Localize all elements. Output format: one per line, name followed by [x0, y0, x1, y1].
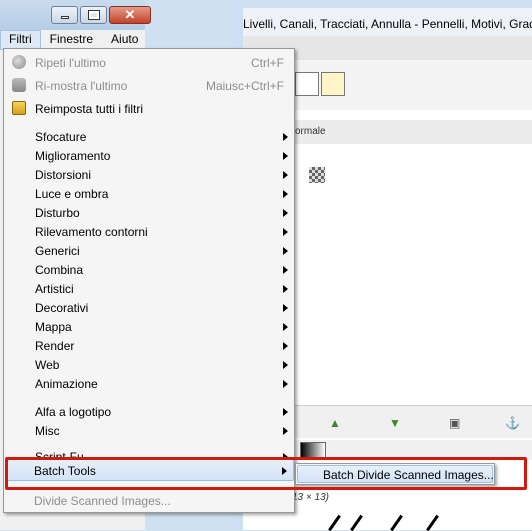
- menu-item-label: Divide Scanned Images...: [34, 494, 171, 508]
- lock-alpha-icon[interactable]: [309, 167, 325, 183]
- maximize-icon: [88, 10, 100, 20]
- menu-item-batch-divide-scanned[interactable]: Batch Divide Scanned Images...: [297, 465, 494, 483]
- maximize-button[interactable]: [80, 6, 107, 24]
- menu-item-decorativi[interactable]: Decorativi: [4, 298, 294, 317]
- close-button[interactable]: ✕: [109, 6, 151, 24]
- brush-stroke: [328, 514, 341, 531]
- menu-aiuto[interactable]: Aiuto: [102, 30, 147, 50]
- anchor-layer-icon[interactable]: ⚓: [505, 416, 520, 430]
- menu-item-label: Distorsioni: [35, 168, 92, 182]
- menu-item-label: Rilevamento contorni: [35, 225, 148, 239]
- menu-item-animazione[interactable]: Animazione: [4, 374, 294, 393]
- menu-item-reshow-last[interactable]: Ri-mostra l'ultimo Maiusc+Ctrl+F: [4, 76, 294, 95]
- submenu-arrow-icon: [283, 342, 288, 350]
- menu-item-web[interactable]: Web: [4, 355, 294, 374]
- submenu-arrow-icon: [283, 266, 288, 274]
- menu-item-label: Miglioramento: [35, 149, 111, 163]
- menu-item-render[interactable]: Render: [4, 336, 294, 355]
- submenu-arrow-icon: [283, 285, 288, 293]
- minimize-icon: [61, 16, 69, 19]
- menu-item-label: Alfa a logotipo: [35, 405, 112, 419]
- window-controls: ✕: [51, 6, 151, 24]
- filter-repeat-icon: [12, 55, 26, 69]
- menu-item-distorsioni[interactable]: Distorsioni: [4, 165, 294, 184]
- menu-item-label: Animazione: [35, 377, 98, 391]
- batch-tools-submenu: Batch Divide Scanned Images...: [295, 463, 495, 485]
- submenu-arrow-icon: [283, 323, 288, 331]
- menu-item-label: Generici: [35, 244, 80, 258]
- submenu-arrow-icon: [283, 190, 288, 198]
- menu-item-label: Luce e ombra: [35, 187, 109, 201]
- menu-item-disturbo[interactable]: Disturbo: [4, 203, 294, 222]
- menu-item-label: Disturbo: [35, 206, 80, 220]
- filter-reset-icon: [12, 101, 26, 115]
- menu-item-label: Combina: [35, 263, 84, 277]
- menu-item-label: Batch Divide Scanned Images...: [323, 468, 494, 482]
- menu-item-rilevamento-contorni[interactable]: Rilevamento contorni: [4, 222, 294, 241]
- menu-item-label: Mappa: [35, 320, 72, 334]
- menu-item-label: Render: [35, 339, 75, 353]
- menu-item-shortcut: Ctrl+F: [251, 56, 284, 70]
- submenu-arrow-icon: [283, 171, 288, 179]
- menu-item-recent-divide[interactable]: Divide Scanned Images...: [3, 491, 293, 510]
- menu-item-shortcut: Maiusc+Ctrl+F: [205, 79, 284, 93]
- dock-title: Livelli, Canali, Tracciati, Annulla - Pe…: [243, 8, 532, 37]
- submenu-arrow-icon: [283, 247, 288, 255]
- menu-item-sfocature[interactable]: Sfocature: [4, 127, 294, 146]
- menu-item-mappa[interactable]: Mappa: [4, 317, 294, 336]
- menu-item-reset-all[interactable]: Reimposta tutti i filtri: [4, 99, 294, 118]
- brush-stroke: [390, 514, 403, 531]
- submenu-arrow-icon: [283, 152, 288, 160]
- menu-item-miglioramento[interactable]: Miglioramento: [4, 146, 294, 165]
- menu-item-label: Artistici: [35, 282, 74, 296]
- menu-item-label: Web: [35, 358, 60, 372]
- menu-item-artistici[interactable]: Artistici: [4, 279, 294, 298]
- minimize-button[interactable]: [51, 6, 78, 24]
- menu-item-label: Reimposta tutti i filtri: [35, 102, 144, 116]
- dock-title-text: Livelli, Canali, Tracciati, Annulla - Pe…: [243, 17, 532, 31]
- brush-stroke: [350, 514, 363, 531]
- menu-item-generici[interactable]: Generici: [4, 241, 294, 260]
- menu-item-repeat-last[interactable]: Ripeti l'ultimo Ctrl+F: [4, 53, 294, 72]
- menu-item-label: Misc: [35, 424, 60, 438]
- submenu-arrow-icon: [283, 304, 288, 312]
- menu-item-alfa-a-logotipo[interactable]: Alfa a logotipo: [4, 402, 294, 421]
- submenu-arrow-icon: [283, 408, 288, 416]
- submenu-arrow-icon: [283, 361, 288, 369]
- layer-mode-label: ormale: [295, 126, 326, 137]
- gradient-swatch[interactable]: [300, 442, 326, 460]
- menubar: Filtri Finestre Aiuto: [0, 30, 145, 50]
- brush-stroke: [426, 514, 439, 531]
- menu-item-label: Ri-mostra l'ultimo: [35, 79, 128, 93]
- submenu-arrow-icon: [283, 209, 288, 217]
- menu-item-misc[interactable]: Misc: [4, 421, 294, 440]
- menu-item-label: Ripeti l'ultimo: [35, 56, 106, 70]
- menu-finestre[interactable]: Finestre: [41, 30, 102, 50]
- menu-item-batch-tools[interactable]: Batch Tools: [3, 461, 293, 480]
- toolbox-titlebar: ✕: [0, 0, 151, 30]
- submenu-arrow-icon: [282, 467, 287, 475]
- raise-layer-icon[interactable]: ▲: [329, 416, 341, 430]
- lower-layer-icon[interactable]: ▼: [389, 416, 401, 430]
- filter-reshow-icon: [12, 78, 26, 92]
- submenu-arrow-icon: [283, 427, 288, 435]
- submenu-arrow-icon: [283, 228, 288, 236]
- menu-item-luce-e-ombra[interactable]: Luce e ombra: [4, 184, 294, 203]
- brush-size-label: 13 × 13): [292, 492, 329, 503]
- menu-item-label: Decorativi: [35, 301, 89, 315]
- submenu-arrow-icon: [283, 380, 288, 388]
- close-icon: ✕: [124, 7, 136, 22]
- menu-filtri[interactable]: Filtri: [0, 30, 41, 50]
- menu-item-combina[interactable]: Combina: [4, 260, 294, 279]
- paths-tool-icon[interactable]: [295, 72, 319, 96]
- duplicate-layer-icon[interactable]: ▣: [449, 416, 460, 430]
- undo-history-icon[interactable]: [321, 72, 345, 96]
- menu-item-label: Sfocature: [35, 130, 87, 144]
- submenu-arrow-icon: [283, 133, 288, 141]
- menu-item-label: Batch Tools: [34, 464, 96, 478]
- filters-menu: Ripeti l'ultimo Ctrl+F Ri-mostra l'ultim…: [3, 48, 295, 513]
